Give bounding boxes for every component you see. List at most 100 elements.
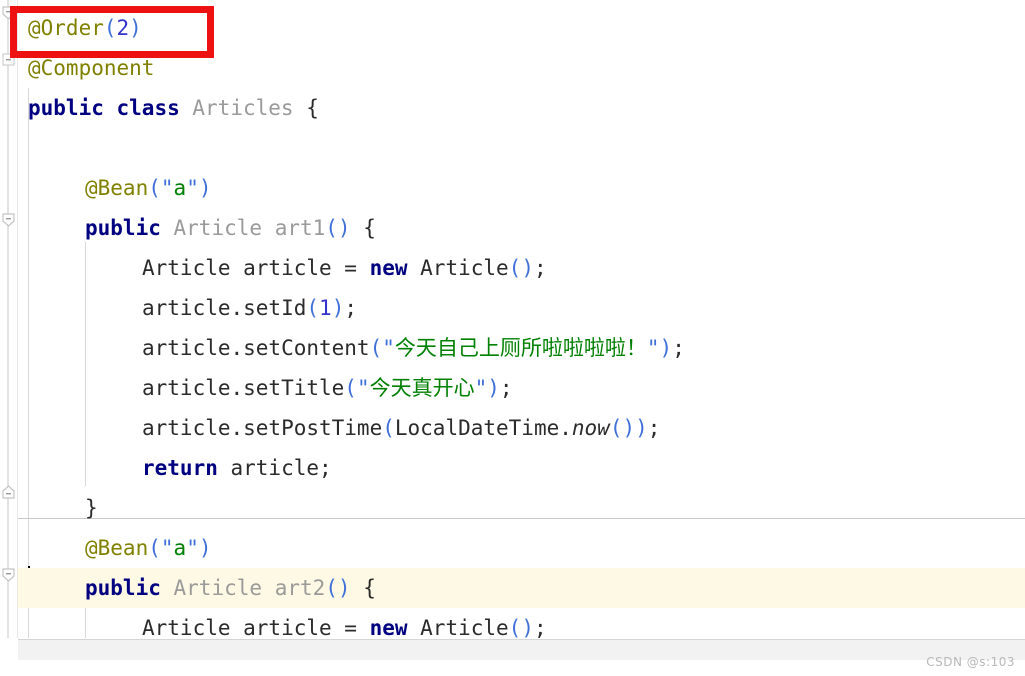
token-punct: ; (533, 256, 547, 280)
token-quote: " (646, 336, 660, 360)
token-punct: ; (647, 416, 661, 440)
token-mname: art2 (274, 576, 326, 600)
line-bean-a-1-text: @Bean("a") (18, 168, 212, 208)
line-class-decl[interactable]: public class Articles { (18, 88, 1025, 128)
token-ident: Article article = (142, 256, 370, 280)
token-ident (351, 216, 364, 240)
token-quote: " (160, 536, 174, 560)
line-order[interactable]: @Order(2) (18, 8, 1025, 48)
line-set-title[interactable]: article.setTitle("今天真开心"); (18, 368, 1025, 408)
token-ident (262, 216, 275, 240)
token-kw: new (369, 616, 408, 638)
token-paren: ) (487, 376, 500, 400)
token-quote: " (186, 176, 199, 200)
fold-marker-class-open[interactable] (1, 6, 16, 21)
token-paren: ( (148, 536, 161, 560)
csdn-watermark: CSDN @s:103 (926, 655, 1015, 669)
token-punct: } (85, 496, 98, 520)
token-num: 1 (319, 296, 332, 320)
line-art1-decl-text: public Article art1() { (18, 208, 376, 248)
token-anno: @Bean (85, 176, 149, 200)
token-paren: ( (148, 176, 161, 200)
token-paren: ) (198, 176, 212, 200)
fold-marker-art1-open[interactable] (1, 213, 16, 228)
token-quote: " (356, 376, 370, 400)
token-ident (180, 96, 193, 120)
token-kw: public (85, 216, 161, 240)
token-quote: " (160, 176, 174, 200)
line-new-article-2[interactable]: Article article = new Article(); (18, 608, 1025, 638)
token-stat: now (571, 416, 610, 440)
line-set-content[interactable]: article.setContent("今天自己上厕所啦啦啦啦！"); (18, 328, 1025, 368)
token-ident: article.setId (142, 296, 307, 320)
token-paren: () (325, 216, 351, 240)
fold-marker-art2-open[interactable] (1, 568, 16, 583)
page-background-below (0, 660, 1025, 676)
line-return-1[interactable]: return article; (18, 448, 1025, 488)
fold-marker-component[interactable] (1, 52, 16, 67)
token-ident: Article article = (142, 616, 370, 638)
line-bean-a-2-text: @Bean("a") (18, 528, 212, 568)
token-paren: ) (331, 296, 345, 320)
token-paren: ( (344, 376, 357, 400)
token-ident: article.setContent (142, 336, 370, 360)
token-kw: public (85, 576, 161, 600)
token-cls: Articles (192, 96, 294, 120)
token-ident: article (217, 456, 320, 480)
line-set-posttime-text: article.setPostTime(LocalDateTime.now())… (18, 408, 660, 448)
token-ident: LocalDateTime. (394, 416, 572, 440)
token-cls: Article (173, 216, 263, 240)
token-punct: { (363, 576, 376, 600)
token-paren: ) (635, 416, 648, 440)
token-ident (161, 576, 174, 600)
token-quote: " (186, 536, 199, 560)
code-text-area[interactable]: @Order(2) @Component public class Articles… (18, 0, 1025, 638)
line-set-title-text: article.setTitle("今天真开心"); (18, 368, 513, 408)
token-ident: Article (407, 616, 509, 638)
line-component[interactable]: @Component (18, 48, 1025, 88)
line-bean-a-1[interactable]: @Bean("a") (18, 168, 1025, 208)
token-punct: ; (344, 296, 357, 320)
token-kw: class (116, 96, 180, 120)
line-art2-decl[interactable]: public Article art2() { (18, 568, 1025, 608)
line-set-id[interactable]: article.setId(1); (18, 288, 1025, 328)
token-paren: ( (306, 296, 320, 320)
line-art1-decl[interactable]: public Article art1() { (18, 208, 1025, 248)
token-punct: ; (319, 456, 332, 480)
token-anno: @Order (28, 16, 104, 40)
line-set-posttime[interactable]: article.setPostTime(LocalDateTime.now())… (18, 408, 1025, 448)
line-bean-a-2[interactable]: @Bean("a") (18, 528, 1025, 568)
line-close-brace-1[interactable]: } (18, 488, 1025, 528)
fold-spine-class (7, 0, 9, 638)
token-punct: ; (533, 616, 547, 638)
token-punct: { (306, 96, 319, 120)
token-str: a (173, 176, 187, 200)
line-set-content-text: article.setContent("今天自己上厕所啦啦啦啦！"); (18, 328, 685, 368)
token-paren: ) (659, 336, 673, 360)
token-cn: 今天自己上厕所啦啦啦啦！ (394, 336, 647, 360)
token-cls: Article (173, 576, 263, 600)
editor-gutter[interactable] (0, 0, 18, 638)
token-kw: new (369, 256, 408, 280)
line-set-id-text: article.setId(1); (18, 288, 357, 328)
token-mname: art1 (274, 216, 326, 240)
fold-marker-art1-close[interactable] (1, 484, 16, 499)
token-num: 2 (116, 16, 130, 40)
code-editor[interactable]: @Order(2) @Component public class Articles… (0, 0, 1025, 638)
token-ident (262, 576, 275, 600)
token-kw: public (28, 96, 104, 120)
token-kw: return (142, 456, 218, 480)
editor-bottom-strip (18, 639, 1025, 661)
line-new-article-1[interactable]: Article article = new Article(); (18, 248, 1025, 288)
token-cn: 今天真开心 (369, 376, 475, 400)
token-paren: ) (198, 536, 212, 560)
line-class-decl-text: public class Articles { (18, 88, 319, 128)
token-ident: article.setTitle (142, 376, 345, 400)
line-art2-decl-text: public Article art2() { (18, 568, 376, 608)
line-blank-1[interactable] (18, 128, 1025, 168)
token-ident (351, 576, 364, 600)
line-order-text: @Order(2) (18, 8, 142, 48)
token-anno: @Bean (85, 536, 149, 560)
token-paren: () (508, 256, 534, 280)
token-quote: " (474, 376, 488, 400)
